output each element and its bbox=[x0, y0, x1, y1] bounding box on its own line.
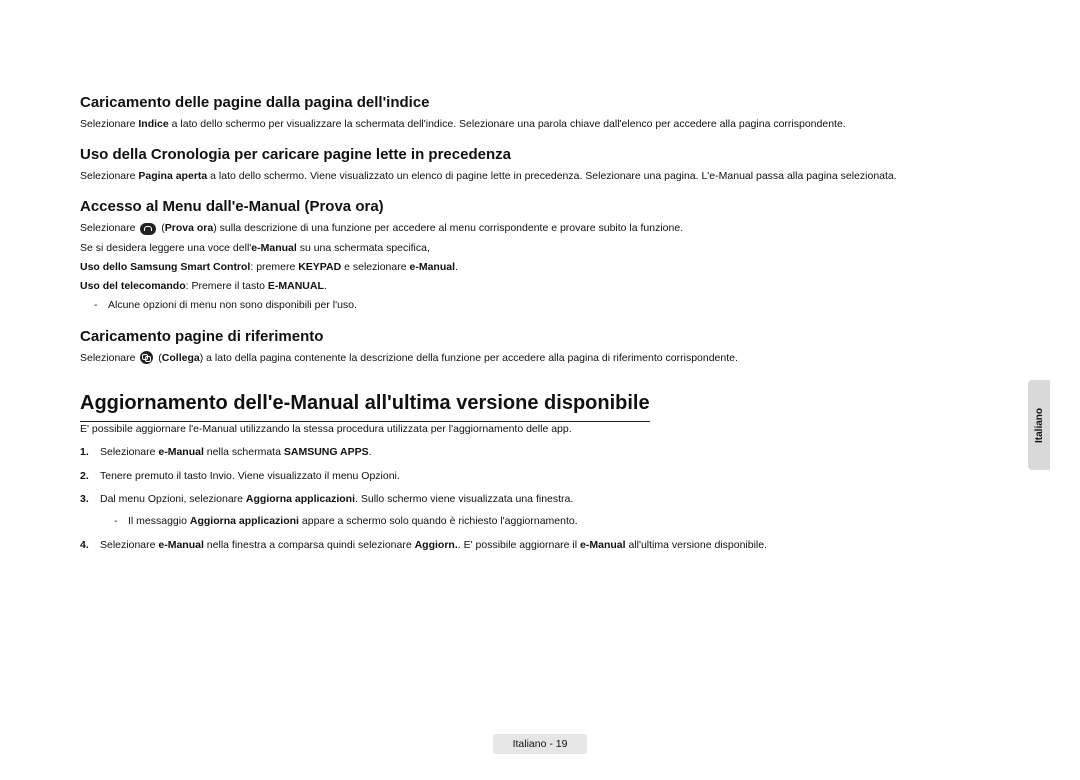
heading-update-emanual: Aggiornamento dell'e-Manual all'ultima v… bbox=[80, 392, 650, 422]
paragraph-update-intro: E' possibile aggiornare l'e-Manual utili… bbox=[80, 422, 1000, 437]
text: Selezionare bbox=[100, 446, 158, 458]
text-bold: Uso dello Samsung Smart Control bbox=[80, 261, 250, 273]
text: a lato della pagina contenente la descri… bbox=[203, 352, 738, 364]
step-3: 3. Dal menu Opzioni, selezionare Aggiorn… bbox=[80, 492, 1000, 508]
step-number: 4. bbox=[80, 538, 100, 554]
language-tab-label: Italiano bbox=[1034, 407, 1045, 442]
text: . Sullo schermo viene visualizzata una f… bbox=[355, 493, 573, 505]
step-number: 1. bbox=[80, 445, 100, 461]
step-1: 1. Selezionare e-Manual nella schermata … bbox=[80, 445, 1000, 461]
step-4: 4. Selezionare e-Manual nella finestra a… bbox=[80, 538, 1000, 554]
text: . bbox=[369, 446, 372, 458]
text: Selezionare bbox=[100, 539, 158, 551]
text-bold: e-Manual bbox=[410, 261, 456, 273]
step-text: Tenere premuto il tasto Invio. Viene vis… bbox=[100, 469, 400, 485]
heading-menu-access: Accesso al Menu dall'e-Manual (Prova ora… bbox=[80, 198, 1000, 215]
page-number-badge: Italiano - 19 bbox=[493, 734, 588, 754]
text-bold: Aggiorna applicazioni bbox=[190, 515, 299, 527]
text: . bbox=[455, 261, 458, 273]
step-2: 2. Tenere premuto il tasto Invio. Viene … bbox=[80, 469, 1000, 485]
text: : Premere il tasto bbox=[186, 280, 268, 292]
language-tab: Italiano bbox=[1028, 380, 1050, 470]
step-text: Dal menu Opzioni, selezionare Aggiorna a… bbox=[100, 492, 573, 508]
text: appare a schermo solo quando è richiesto… bbox=[299, 515, 578, 527]
paragraph-emanual-entry: Se si desidera leggere una voce dell'e-M… bbox=[80, 241, 1000, 256]
dash-icon: - bbox=[114, 514, 128, 530]
text: Selezionare bbox=[80, 222, 138, 234]
text: nella finestra a comparsa quindi selezio… bbox=[204, 539, 415, 551]
heading-reference-pages: Caricamento pagine di riferimento bbox=[80, 328, 1000, 345]
step-text: Selezionare e-Manual nella finestra a co… bbox=[100, 538, 767, 554]
document-page: Caricamento delle pagine dalla pagina de… bbox=[0, 0, 1080, 780]
paragraph-index: Selezionare Indice a lato dello schermo … bbox=[80, 117, 1000, 132]
text-bold: Prova ora bbox=[165, 222, 213, 234]
list-item: - Alcune opzioni di menu non sono dispon… bbox=[94, 298, 1000, 313]
text: a lato dello schermo per visualizzare la… bbox=[169, 118, 846, 130]
text: Selezionare bbox=[80, 352, 138, 364]
text-bold: e-Manual bbox=[158, 539, 204, 551]
step-number: 3. bbox=[80, 492, 100, 508]
content-area: Caricamento delle pagine dalla pagina de… bbox=[80, 94, 1000, 554]
text: Il messaggio bbox=[128, 515, 190, 527]
bullet-text: Alcune opzioni di menu non sono disponib… bbox=[108, 298, 357, 313]
text-bold: e-Manual bbox=[580, 539, 626, 551]
text-bold: Pagina aperta bbox=[138, 170, 207, 182]
text: . E' possibile aggiornare il bbox=[458, 539, 580, 551]
step-text: Selezionare e-Manual nella schermata SAM… bbox=[100, 445, 372, 461]
text: all'ultima versione disponibile. bbox=[626, 539, 768, 551]
text: Selezionare bbox=[80, 118, 138, 130]
step-number: 2. bbox=[80, 469, 100, 485]
text-bold: Uso del telecomando bbox=[80, 280, 186, 292]
link-icon bbox=[140, 351, 153, 364]
try-now-icon bbox=[140, 223, 156, 235]
text: su una schermata specifica, bbox=[297, 242, 430, 254]
text: : premere bbox=[250, 261, 298, 273]
text-bold: Aggiorna applicazioni bbox=[246, 493, 355, 505]
text-bold: Aggiorn. bbox=[415, 539, 458, 551]
text-bold: Indice bbox=[138, 118, 168, 130]
text-bold: e-Manual bbox=[251, 242, 297, 254]
text: sulla descrizione di una funzione per ac… bbox=[217, 222, 683, 234]
dash-icon: - bbox=[94, 298, 108, 313]
text: . bbox=[324, 280, 327, 292]
text: Dal menu Opzioni, selezionare bbox=[100, 493, 246, 505]
step-3-note: - Il messaggio Aggiorna applicazioni app… bbox=[114, 514, 1000, 530]
paragraph-smart-control: Uso dello Samsung Smart Control: premere… bbox=[80, 260, 1000, 275]
text-bold: KEYPAD bbox=[298, 261, 341, 273]
paragraph-link: Selezionare (Collega) a lato della pagin… bbox=[80, 351, 1000, 366]
text: a lato dello schermo. Viene visualizzato… bbox=[207, 170, 896, 182]
text-bold: SAMSUNG APPS bbox=[284, 446, 369, 458]
text: Selezionare bbox=[80, 170, 138, 182]
heading-index-pages: Caricamento delle pagine dalla pagina de… bbox=[80, 94, 1000, 111]
paragraph-try-now: Selezionare (Prova ora) sulla descrizion… bbox=[80, 221, 1000, 236]
note-text: Il messaggio Aggiorna applicazioni appar… bbox=[128, 514, 578, 530]
text-bold: E-MANUAL bbox=[268, 280, 324, 292]
text: Se si desidera leggere una voce dell' bbox=[80, 242, 251, 254]
paragraph-history: Selezionare Pagina aperta a lato dello s… bbox=[80, 169, 1000, 184]
text: nella schermata bbox=[204, 446, 284, 458]
page-footer: Italiano - 19 bbox=[0, 734, 1080, 754]
heading-history: Uso della Cronologia per caricare pagine… bbox=[80, 146, 1000, 163]
text-bold: Collega bbox=[162, 352, 200, 364]
paragraph-remote: Uso del telecomando: Premere il tasto E-… bbox=[80, 279, 1000, 294]
text: e selezionare bbox=[341, 261, 409, 273]
text-bold: e-Manual bbox=[158, 446, 204, 458]
